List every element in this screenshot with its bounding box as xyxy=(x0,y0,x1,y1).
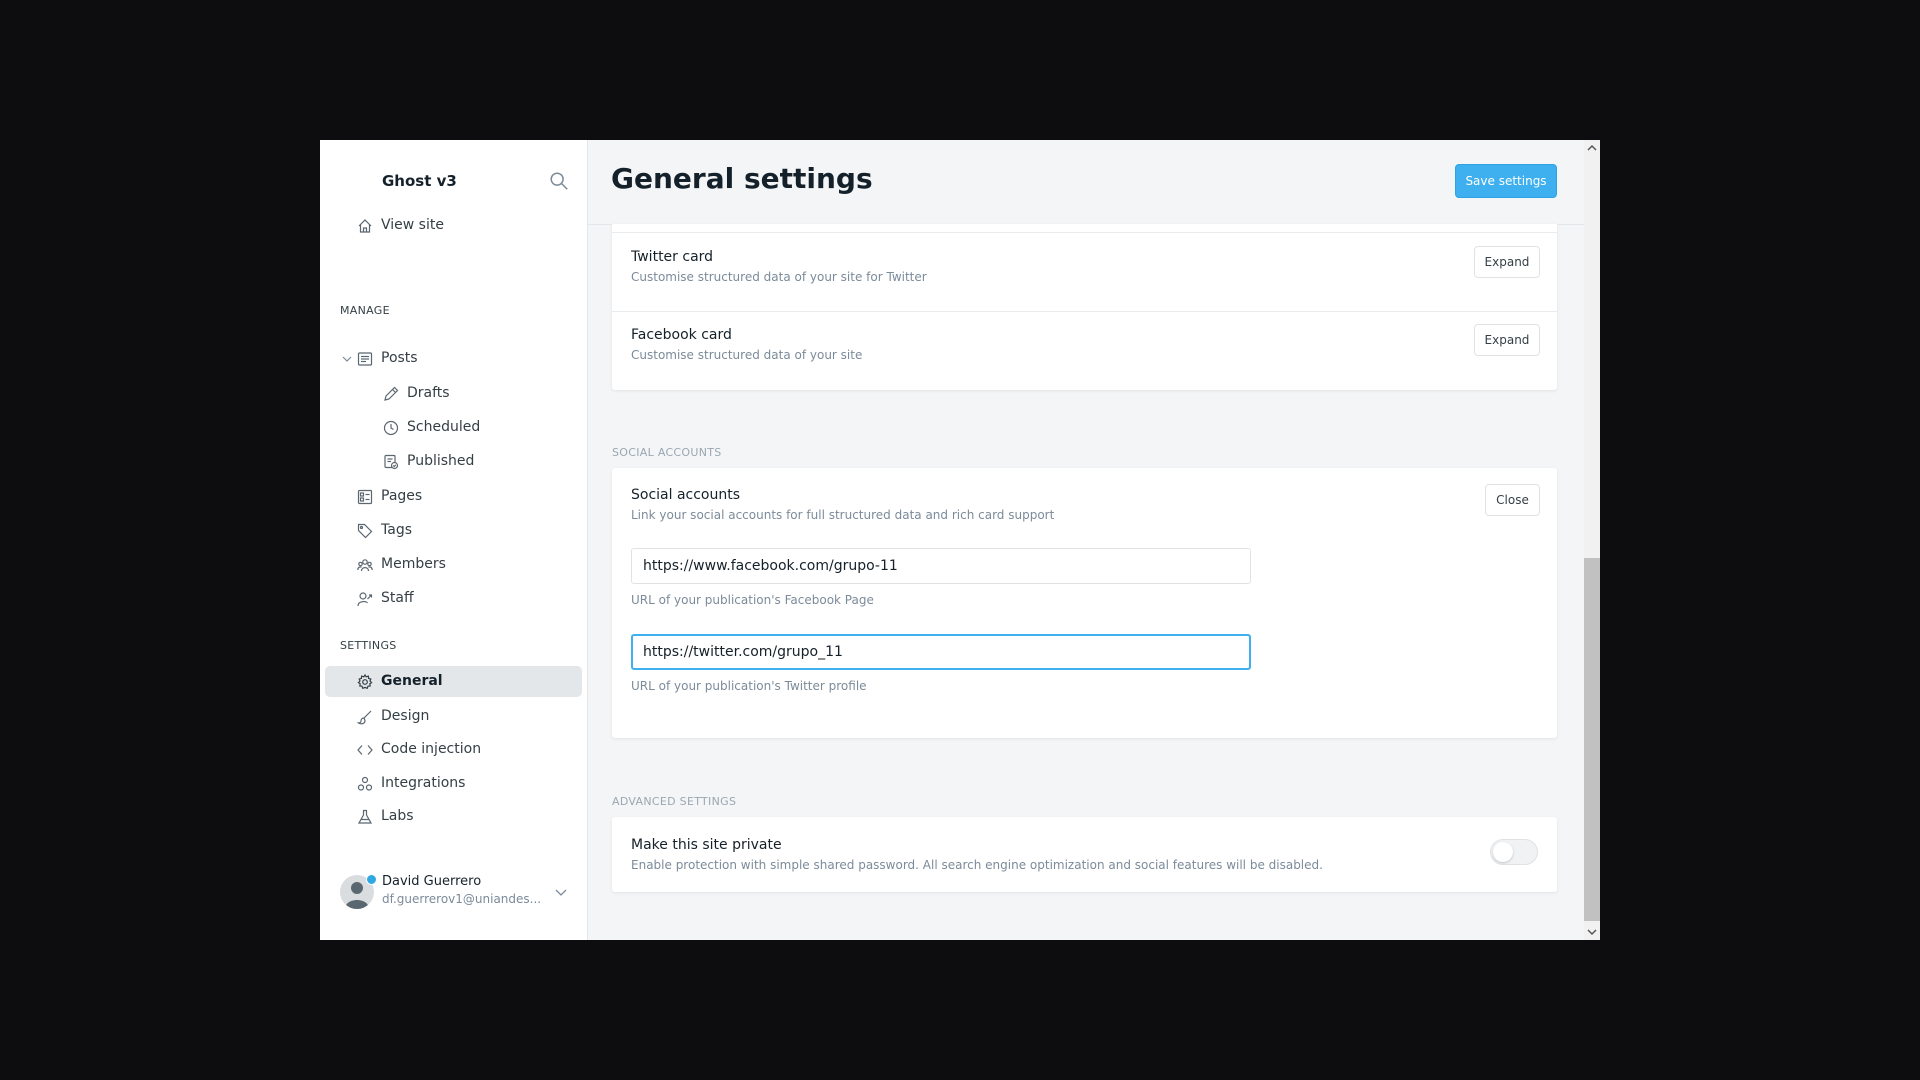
toggle-knob xyxy=(1493,842,1513,862)
settings-main: General settings Save settings Twitter c… xyxy=(588,140,1584,940)
brand-title[interactable]: Ghost v3 xyxy=(382,172,457,190)
nav-tags[interactable]: Tags xyxy=(325,515,582,546)
nav-label: Staff xyxy=(381,590,414,606)
facebook-url-help: URL of your publication's Facebook Page xyxy=(631,593,874,607)
private-site-card: Make this site private Enable protection… xyxy=(612,817,1557,892)
nav-label: Published xyxy=(407,453,475,469)
gear-icon xyxy=(357,674,373,690)
settings-header: SETTINGS xyxy=(340,639,397,652)
members-icon xyxy=(357,559,373,572)
social-accounts-desc: Link your social accounts for full struc… xyxy=(631,508,1055,522)
private-site-desc: Enable protection with simple shared pas… xyxy=(631,858,1323,872)
chevron-down-icon[interactable] xyxy=(342,354,352,364)
nav-posts[interactable]: Posts xyxy=(325,343,582,374)
nav-staff[interactable]: Staff xyxy=(325,583,582,614)
nav-code-injection[interactable]: Code injection xyxy=(325,734,582,765)
flask-icon xyxy=(357,809,373,824)
posts-icon xyxy=(357,352,373,366)
tag-icon xyxy=(357,523,373,539)
advanced-section-label: ADVANCED SETTINGS xyxy=(612,795,737,808)
published-icon xyxy=(384,454,399,470)
nav-label: Members xyxy=(381,556,446,572)
pages-icon xyxy=(357,489,373,505)
nav-label: General xyxy=(381,673,443,689)
nav-general[interactable]: General xyxy=(325,666,582,697)
scroll-up-arrow-icon[interactable] xyxy=(1584,140,1600,156)
nav-label: Integrations xyxy=(381,775,466,791)
nav-scheduled[interactable]: Scheduled xyxy=(325,412,582,443)
twitter-card-desc: Customise structured data of your site f… xyxy=(631,270,927,284)
nav-label: Posts xyxy=(381,350,418,366)
brush-icon xyxy=(357,710,372,725)
social-section-label: SOCIAL ACCOUNTS xyxy=(612,446,722,459)
facebook-card-desc: Customise structured data of your site xyxy=(631,348,863,362)
pencil-icon xyxy=(384,386,399,401)
facebook-url-input[interactable] xyxy=(631,548,1251,584)
user-name: David Guerrero xyxy=(382,874,482,889)
nav-design[interactable]: Design xyxy=(325,701,582,732)
sidebar: Ghost v3 View site MANAGE Posts Drafts S… xyxy=(320,140,588,940)
social-close-button[interactable]: Close xyxy=(1485,484,1540,516)
ghost-admin-window: Ghost v3 View site MANAGE Posts Drafts S… xyxy=(320,140,1600,940)
nav-label: Drafts xyxy=(407,385,450,401)
twitter-url-input[interactable] xyxy=(631,634,1251,670)
search-icon[interactable] xyxy=(548,170,570,192)
code-icon xyxy=(357,745,373,755)
facebook-expand-button[interactable]: Expand xyxy=(1474,324,1540,356)
staff-icon xyxy=(357,592,373,607)
clock-icon xyxy=(383,420,399,436)
status-dot xyxy=(366,874,377,885)
nav-members[interactable]: Members xyxy=(325,549,582,580)
nav-integrations[interactable]: Integrations xyxy=(325,768,582,799)
social-accounts-card: Social accounts Link your social account… xyxy=(612,468,1557,738)
nav-label: View site xyxy=(381,217,444,233)
divider xyxy=(612,232,1557,233)
nav-label: Scheduled xyxy=(407,419,481,435)
nav-label: Labs xyxy=(381,808,414,824)
meta-cards-group: Twitter card Customise structured data o… xyxy=(612,224,1557,390)
nav-labs[interactable]: Labs xyxy=(325,801,582,832)
user-menu[interactable]: David Guerrero df.guerrerov1@uniandes... xyxy=(340,870,580,916)
nav-published[interactable]: Published xyxy=(325,446,582,477)
nav-view-site[interactable]: View site xyxy=(325,210,582,241)
facebook-card-title: Facebook card xyxy=(631,327,732,343)
scroll-down-arrow-icon[interactable] xyxy=(1584,924,1600,940)
nav-label: Tags xyxy=(381,522,412,538)
private-site-title: Make this site private xyxy=(631,837,782,853)
nav-label: Design xyxy=(381,708,430,724)
page-title: General settings xyxy=(611,162,873,195)
private-site-toggle[interactable] xyxy=(1490,839,1538,865)
nav-label: Pages xyxy=(381,488,423,504)
scrollbar-thumb[interactable] xyxy=(1584,558,1600,921)
divider xyxy=(612,311,1557,312)
social-accounts-title: Social accounts xyxy=(631,487,741,503)
twitter-url-help: URL of your publication's Twitter profil… xyxy=(631,679,867,693)
user-email: df.guerrerov1@uniandes... xyxy=(382,892,542,906)
chevron-down-icon[interactable] xyxy=(553,884,569,900)
nav-pages[interactable]: Pages xyxy=(325,481,582,512)
nav-drafts[interactable]: Drafts xyxy=(325,378,582,409)
twitter-expand-button[interactable]: Expand xyxy=(1474,246,1540,278)
twitter-card-title: Twitter card xyxy=(631,249,714,265)
integrations-icon xyxy=(357,776,373,791)
manage-header: MANAGE xyxy=(340,304,390,317)
scrollbar[interactable] xyxy=(1584,140,1600,940)
nav-label: Code injection xyxy=(381,741,482,757)
save-settings-button[interactable]: Save settings xyxy=(1455,164,1557,198)
home-icon xyxy=(358,219,372,233)
